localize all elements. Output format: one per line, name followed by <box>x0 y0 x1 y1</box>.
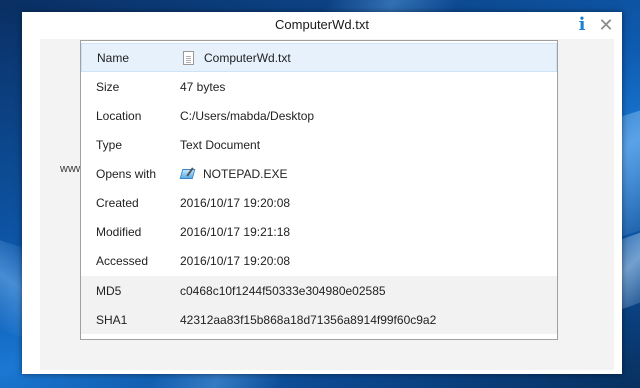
property-value: 47 bytes <box>180 79 226 94</box>
property-label: Location <box>96 108 142 123</box>
property-value: C:/Users/mabda/Desktop <box>180 108 315 123</box>
property-label: Type <box>96 137 123 152</box>
property-value: ComputerWd.txt <box>181 50 291 65</box>
property-value: Text Document <box>180 137 261 152</box>
file-name-value: ComputerWd.txt <box>204 50 291 65</box>
property-value: 2016/10/17 19:21:18 <box>180 224 291 239</box>
property-label: Modified <box>96 224 142 239</box>
window-title: ComputerWd.txt <box>275 17 369 32</box>
property-row-type[interactable]: Type Text Document <box>81 130 557 159</box>
property-row-opens-with[interactable]: Opens with NOTEPAD.EXE <box>81 159 557 188</box>
property-row-md5[interactable]: MD5 c0468c10f1244f50333e304980e02585 <box>81 276 557 305</box>
file-properties-panel: Name ComputerWd.txt Size 47 bytes Locati… <box>80 40 558 340</box>
property-value: 42312aa83f15b868a18d71356a8914f99f60c9a2 <box>180 312 437 327</box>
property-row-accessed[interactable]: Accessed 2016/10/17 19:20:08 <box>81 246 557 275</box>
property-row-name[interactable]: Name ComputerWd.txt <box>81 43 557 72</box>
property-row-sha1[interactable]: SHA1 42312aa83f15b868a18d71356a8914f99f6… <box>81 305 557 334</box>
property-label: Name <box>97 50 130 65</box>
property-label: Accessed <box>96 253 149 268</box>
close-icon[interactable]: ✕ <box>596 14 616 36</box>
text-file-icon <box>183 50 194 65</box>
property-label: MD5 <box>96 283 122 298</box>
property-value: c0468c10f1244f50333e304980e02585 <box>180 283 386 298</box>
notepad-icon <box>179 166 196 180</box>
property-value: 2016/10/17 19:20:08 <box>180 195 291 210</box>
property-label: Created <box>96 195 139 210</box>
property-value: 2016/10/17 19:20:08 <box>180 253 291 268</box>
property-label: Size <box>96 79 120 94</box>
property-row-location[interactable]: Location C:/Users/mabda/Desktop <box>81 101 557 130</box>
info-icon[interactable]: i <box>575 15 589 35</box>
property-value: NOTEPAD.EXE <box>179 166 288 181</box>
property-row-modified[interactable]: Modified 2016/10/17 19:21:18 <box>81 217 557 246</box>
property-label: SHA1 <box>96 312 128 327</box>
app-name-value: NOTEPAD.EXE <box>203 166 288 181</box>
property-label: Opens with <box>96 166 157 181</box>
property-row-size[interactable]: Size 47 bytes <box>81 72 557 101</box>
property-row-created[interactable]: Created 2016/10/17 19:20:08 <box>81 188 557 217</box>
